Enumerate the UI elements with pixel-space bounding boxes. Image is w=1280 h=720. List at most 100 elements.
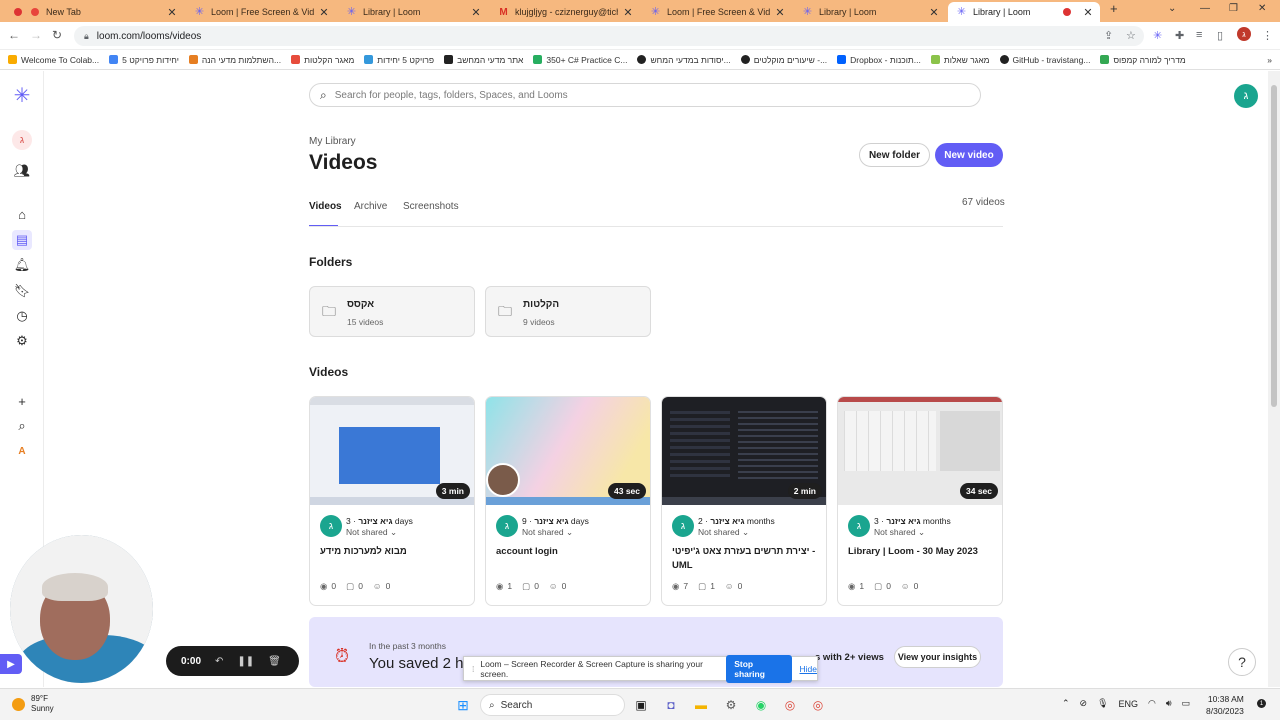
new-folder-button[interactable]: New folder	[859, 143, 930, 167]
history-icon[interactable]: ◷	[12, 306, 32, 326]
chrome-icon[interactable]: ◎	[781, 696, 799, 714]
browser-tab-active[interactable]: ✳ Library | Loom ✕	[948, 2, 1100, 22]
bookmark-item[interactable]: Welcome To Colab...	[8, 55, 99, 65]
loom-logo-icon[interactable]: ✳	[12, 85, 32, 107]
share-status[interactable]: Not shared ⌄	[698, 527, 749, 538]
share-status[interactable]: Not shared ⌄	[874, 527, 925, 538]
weather-widget[interactable]: 89°F Sunny	[12, 694, 54, 714]
video-thumbnail[interactable]: 34 sec	[838, 397, 1002, 505]
search-icon[interactable]: ⌕	[12, 416, 32, 436]
battery-icon[interactable]: ▭	[1182, 698, 1191, 709]
bookmark-item[interactable]: אתר מדעי המחשב	[444, 55, 523, 65]
back-icon[interactable]: ←	[8, 28, 20, 42]
bookmark-item[interactable]: 350+ C# Practice C...	[533, 55, 627, 65]
taskbar-search[interactable]: ⌕ Search	[480, 694, 625, 716]
video-title[interactable]: account login	[496, 545, 646, 559]
restore-icon[interactable]: ❐	[1229, 3, 1238, 14]
bookmark-item[interactable]: GitHub - travistang...	[999, 55, 1090, 65]
windows-start-icon[interactable]: ⊞	[454, 696, 472, 714]
close-icon[interactable]: ✕	[318, 6, 330, 19]
settings-app-icon[interactable]: ⚙	[722, 696, 740, 714]
stop-sharing-button[interactable]: Stop sharing	[726, 654, 792, 683]
more-bookmarks-icon[interactable]: »	[1267, 55, 1272, 65]
close-icon[interactable]: ✕	[622, 6, 634, 19]
video-thumbnail[interactable]: 43 sec	[486, 397, 650, 505]
close-icon[interactable]: ✕	[470, 6, 482, 19]
video-thumbnail[interactable]: 3 min	[310, 397, 474, 505]
new-video-button[interactable]: New video	[935, 143, 1003, 167]
bookmark-item[interactable]: השתלמות מדעי הנה...	[188, 55, 281, 65]
bookmark-item[interactable]: שיעורים מוקלטים -...	[740, 55, 827, 65]
language-indicator[interactable]: ENG	[1119, 699, 1139, 709]
reading-list-icon[interactable]: ≡	[1196, 29, 1202, 41]
bookmark-item[interactable]: מדריך למורה קמפוס	[1100, 55, 1186, 65]
camera-toggle-icon[interactable]: ▶	[0, 654, 22, 674]
side-panel-icon[interactable]: ▯	[1217, 29, 1223, 42]
whatsapp-icon[interactable]: ◉	[752, 696, 770, 714]
video-card[interactable]: 2 min ג גיא ציזנר · 2 months Not shared …	[661, 396, 827, 606]
folder-card[interactable]: 🗀︎ הקלטות 9 videos	[485, 286, 651, 337]
browser-tab[interactable]: ✳ Loom | Free Screen & Video Re ✕	[186, 2, 336, 22]
share-status[interactable]: Not shared ⌄	[522, 527, 573, 538]
share-status[interactable]: Not shared ⌄	[346, 527, 397, 538]
tab-archive[interactable]: Archive	[354, 201, 387, 212]
menu-icon[interactable]: ⋮	[1262, 29, 1273, 42]
close-icon[interactable]: ✕	[1082, 6, 1094, 19]
library-icon[interactable]: ▤	[12, 230, 32, 250]
video-card[interactable]: 3 min ג גיא ציזנר · 3 days Not shared ⌄ …	[309, 396, 475, 606]
drag-handle-icon[interactable]: ⁞	[472, 664, 474, 674]
browser-tab[interactable]: ✳ Library | Loom ✕	[794, 2, 946, 22]
bookmark-item[interactable]: פרויקט 5 יחידות	[364, 55, 434, 65]
volume-icon[interactable]: 🔊︎	[1166, 698, 1172, 709]
settings-icon[interactable]: ⚙	[12, 331, 32, 351]
teams-icon[interactable]: ◘	[662, 696, 680, 714]
camera-bubble[interactable]	[10, 535, 153, 683]
tab-screenshots[interactable]: Screenshots	[403, 201, 459, 212]
minimize-icon[interactable]: —	[1200, 3, 1210, 14]
browser-tab[interactable]: New Tab ✕	[4, 2, 184, 22]
browser-tab[interactable]: ✳ Loom | Free Screen & Video Re ✕	[642, 2, 792, 22]
search-input[interactable]: ⌕ Search for people, tags, folders, Spac…	[309, 83, 981, 107]
microphone-icon[interactable]: 🎙︎	[1097, 698, 1108, 709]
tab-videos[interactable]: Videos	[309, 201, 342, 212]
address-bar[interactable]: 🔒︎ loom.com/looms/videos	[74, 26, 1144, 46]
new-tab-button[interactable]: +	[1110, 1, 1118, 16]
file-explorer-icon[interactable]: ▬	[692, 696, 710, 714]
forward-icon[interactable]: →	[30, 28, 42, 42]
scrollbar[interactable]	[1268, 71, 1280, 687]
loom-extension-icon[interactable]: ✳	[1153, 29, 1162, 42]
view-insights-button[interactable]: View your insights	[894, 646, 981, 668]
chevron-up-icon[interactable]: ⌃	[1062, 698, 1070, 709]
tab-search-icon[interactable]: ⌄	[1168, 3, 1176, 14]
bookmark-item[interactable]: יסודות במדעי המחש...	[637, 55, 731, 65]
team-icon[interactable]: 👥︎	[12, 161, 32, 181]
bookmark-item[interactable]: מאגר הקלטות	[291, 55, 354, 65]
chrome-icon[interactable]: ◎	[809, 696, 827, 714]
hide-link[interactable]: Hide	[800, 664, 817, 674]
close-window-icon[interactable]: ✕	[1258, 3, 1266, 14]
notification-badge[interactable]: 1	[1257, 699, 1266, 708]
bookmark-item[interactable]: 5 יחידות פרויקט	[109, 55, 179, 65]
close-icon[interactable]: ✕	[928, 6, 940, 19]
browser-tab[interactable]: ✳ Library | Loom ✕	[338, 2, 488, 22]
reload-icon[interactable]: ↻	[52, 28, 62, 42]
share-icon[interactable]: ⇪	[1104, 29, 1113, 42]
taskbar-clock[interactable]: 10:38 AM 8/30/2023	[1206, 693, 1244, 717]
notifications-icon[interactable]: 🔔︎	[12, 255, 32, 275]
browser-tab[interactable]: M klujgljyg - cziznerguy@tichone ✕	[490, 2, 640, 22]
bookmark-item[interactable]: מאגר שאלות	[930, 55, 990, 65]
video-title[interactable]: Library | Loom - 30 May 2023	[848, 545, 998, 559]
add-icon[interactable]: +	[12, 391, 32, 411]
bookmark-item[interactable]: Dropbox - תוכנות...	[837, 55, 921, 65]
undo-icon[interactable]: ↶	[215, 656, 223, 667]
home-icon[interactable]: ⌂	[12, 204, 32, 224]
close-icon[interactable]: ✕	[774, 6, 786, 19]
wifi-icon[interactable]: ◠	[1148, 698, 1156, 709]
task-view-icon[interactable]: ▣	[632, 696, 650, 714]
pause-icon[interactable]: ❚❚	[237, 656, 254, 667]
space-a-icon[interactable]: A	[12, 441, 32, 461]
folder-card[interactable]: 🗀︎ אקסס 15 videos	[309, 286, 475, 337]
extensions-icon[interactable]: ✚	[1175, 29, 1184, 42]
help-button[interactable]: ?	[1228, 648, 1256, 676]
video-title[interactable]: מבוא למערכות מידע	[320, 545, 470, 559]
